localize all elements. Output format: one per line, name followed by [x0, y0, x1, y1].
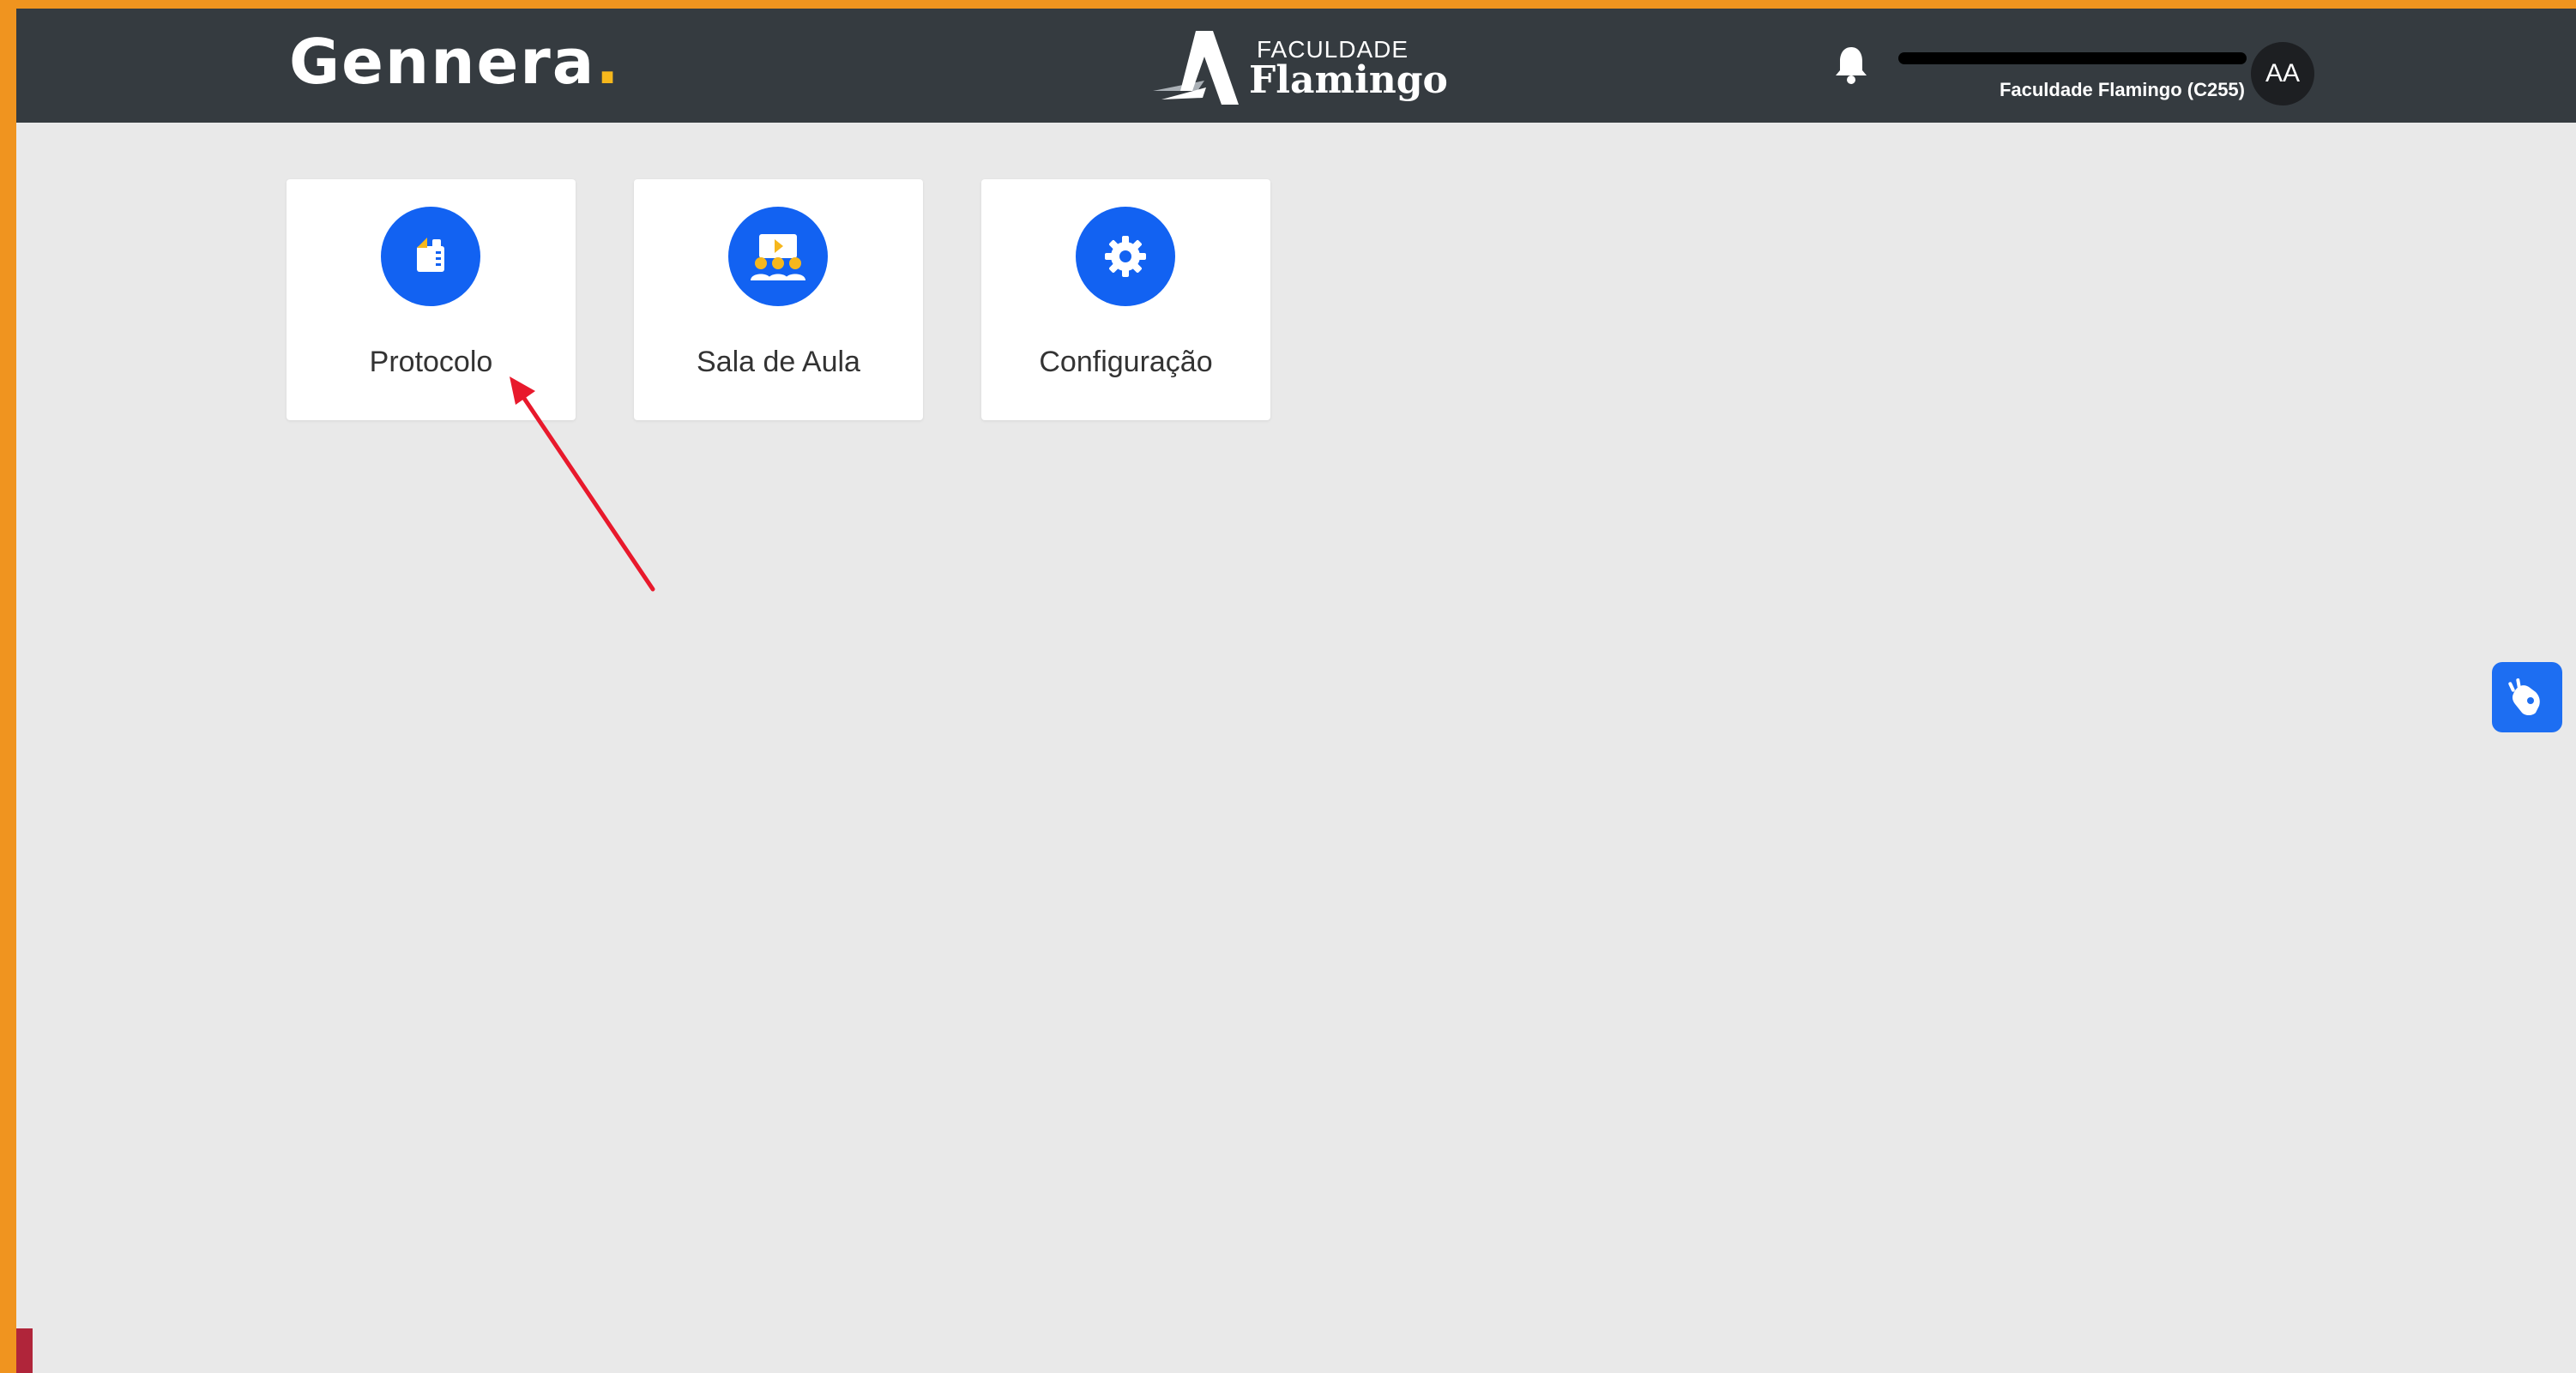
gennera-logo[interactable]: Gennera.	[289, 31, 621, 93]
avatar[interactable]: AA	[2251, 42, 2314, 105]
protocol-icon	[381, 207, 480, 306]
module-card-protocolo[interactable]: Protocolo	[287, 179, 576, 420]
bell-icon[interactable]	[1833, 45, 1869, 84]
brand-name: Gennera	[289, 26, 596, 98]
brand-dot: .	[595, 26, 621, 98]
module-card-sala-de-aula[interactable]: Sala de Aula	[634, 179, 923, 420]
user-name-redacted	[1898, 52, 2247, 64]
module-label: Configuração	[1039, 346, 1213, 378]
module-label: Sala de Aula	[697, 346, 860, 378]
gear-icon	[1076, 207, 1175, 306]
classroom-icon	[728, 207, 828, 306]
accessibility-button[interactable]	[2492, 662, 2562, 732]
institution-logo: FACULDADE Flamingo	[1153, 22, 1479, 108]
institution-name: Flamingo	[1249, 58, 1448, 102]
top-bar: Gennera. FACULDADE Flamingo Faculdade Fl…	[16, 9, 2576, 123]
corner-accent	[16, 1328, 33, 1373]
module-label: Protocolo	[369, 346, 493, 378]
user-organization: Faculdade Flamingo (C255)	[1999, 79, 2245, 100]
module-card-configuracao[interactable]: Configuração	[981, 179, 1270, 420]
flamingo-mark-icon	[1153, 31, 1239, 105]
sign-language-icon	[2508, 678, 2540, 715]
app-window: Gennera. FACULDADE Flamingo Faculdade Fl…	[16, 9, 2576, 1373]
